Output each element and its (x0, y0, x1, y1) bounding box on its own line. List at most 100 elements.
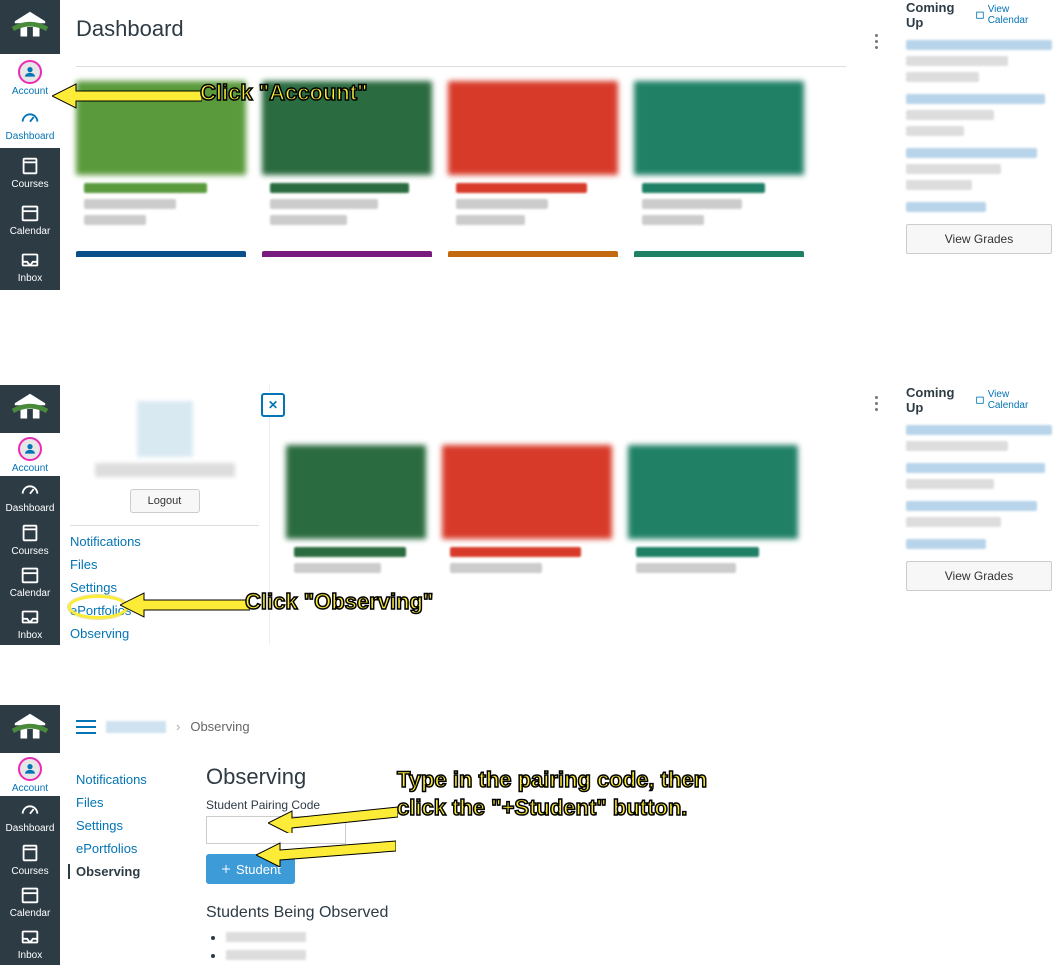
submenu-observing[interactable]: Observing (68, 864, 186, 879)
nav-courses[interactable]: Courses (0, 838, 60, 880)
coming-up-title: Coming Up (906, 0, 975, 30)
speedometer-icon (19, 107, 41, 129)
nav-calendar[interactable]: Calendar (0, 560, 60, 602)
inbox-icon (19, 926, 41, 948)
view-grades-button[interactable]: View Grades (906, 561, 1052, 591)
calendar-small-icon (975, 10, 985, 20)
speedometer-icon (19, 799, 41, 821)
submenu-notifications[interactable]: Notifications (76, 772, 186, 787)
nav-calendar[interactable]: Calendar (0, 880, 60, 922)
student-item-blurred (226, 930, 388, 944)
tray-link-files[interactable]: Files (70, 557, 259, 572)
breadcrumb-user-blurred (106, 721, 166, 733)
submenu-files[interactable]: Files (76, 795, 186, 810)
nav-inbox-label: Inbox (18, 273, 42, 284)
speedometer-icon (19, 479, 41, 501)
calendar-icon (19, 202, 41, 224)
submenu-eportfolios[interactable]: ePortfolios (76, 841, 186, 856)
hamburger-menu[interactable] (76, 720, 96, 734)
coming-up-item[interactable] (906, 425, 1052, 451)
nav-account[interactable]: Account (0, 433, 60, 475)
dashboard-options-menu[interactable] (864, 391, 888, 415)
dashboard-main: Dashboard (60, 0, 894, 290)
nav-account[interactable]: Account (0, 753, 60, 795)
account-tray: ✕ Logout Notifications Files Settings eP… (60, 385, 270, 645)
nav-inbox[interactable]: Inbox (0, 923, 60, 965)
nav-inbox[interactable]: Inbox (0, 243, 60, 290)
tray-link-observing[interactable]: Observing (70, 626, 259, 641)
nav-dashboard-label: Dashboard (6, 131, 55, 142)
avatar-icon (18, 757, 42, 781)
nav-dashboard[interactable]: Dashboard (0, 101, 60, 148)
nav-courses-label: Courses (11, 179, 48, 190)
school-logo (0, 385, 60, 433)
coming-up-item[interactable] (906, 94, 1052, 136)
course-card[interactable] (628, 445, 798, 599)
plus-icon (220, 863, 232, 875)
dashboard-options-menu[interactable] (864, 29, 888, 53)
panel-account-tray: Account Dashboard Courses Calendar Inbox… (0, 385, 1064, 645)
course-card[interactable] (442, 445, 612, 599)
coming-up-item[interactable] (906, 202, 1052, 212)
breadcrumb-current: Observing (190, 719, 249, 734)
nav-dashboard[interactable]: Dashboard (0, 796, 60, 838)
submenu-settings[interactable]: Settings (76, 818, 186, 833)
nav-calendar[interactable]: Calendar (0, 196, 60, 243)
nav-account[interactable]: Account (0, 54, 60, 101)
page-title: Dashboard (76, 16, 184, 42)
tray-link-settings[interactable]: Settings (70, 580, 259, 595)
nav-dashboard[interactable]: Dashboard (0, 476, 60, 518)
nav-courses[interactable]: Courses (0, 518, 60, 560)
coming-up-item[interactable] (906, 539, 1052, 549)
coming-up-item[interactable] (906, 148, 1052, 190)
nav-calendar-label: Calendar (10, 226, 51, 237)
students-observed-heading: Students Being Observed (206, 904, 388, 922)
student-item-blurred (226, 948, 388, 962)
course-card[interactable] (634, 251, 804, 257)
tray-link-notifications[interactable]: Notifications (70, 534, 259, 549)
coming-up-sidebar: Coming Up View Calendar View Grades (894, 0, 1064, 290)
pairing-code-input[interactable] (206, 816, 346, 844)
view-calendar-link[interactable]: View Calendar (975, 4, 1052, 26)
students-list (206, 930, 388, 962)
dashboard-main-behind (270, 385, 894, 645)
calendar-icon (19, 884, 41, 906)
breadcrumb: › Observing (76, 719, 1064, 734)
avatar-icon (18, 60, 42, 84)
coming-up-item[interactable] (906, 501, 1052, 527)
view-calendar-link[interactable]: View Calendar (975, 389, 1052, 411)
course-card[interactable] (262, 81, 432, 235)
calendar-icon (19, 564, 41, 586)
course-card[interactable] (262, 251, 432, 257)
course-card[interactable] (76, 251, 246, 257)
add-student-button[interactable]: Student (206, 854, 295, 884)
nav-inbox[interactable]: Inbox (0, 603, 60, 645)
course-card[interactable] (286, 445, 426, 599)
logout-button[interactable]: Logout (130, 489, 200, 513)
nav-account-label: Account (12, 86, 48, 97)
global-sidebar: Account Dashboard Courses Calendar Inbox (0, 705, 60, 965)
panel-observing: Account Dashboard Courses Calendar Inbox… (0, 705, 1064, 965)
school-logo (0, 0, 60, 54)
nav-courses[interactable]: Courses (0, 148, 60, 195)
tray-link-eportfolios[interactable]: ePortfolios (70, 603, 259, 618)
global-sidebar: Account Dashboard Courses Calendar Inbox (0, 0, 60, 290)
user-avatar (137, 401, 193, 457)
inbox-icon (19, 606, 41, 628)
course-card[interactable] (76, 81, 246, 235)
course-card[interactable] (448, 81, 618, 235)
avatar-icon (18, 437, 42, 461)
school-logo (0, 705, 60, 753)
calendar-small-icon (975, 395, 985, 405)
view-grades-button[interactable]: View Grades (906, 224, 1052, 254)
book-icon (19, 155, 41, 177)
chevron-right-icon: › (176, 719, 180, 734)
course-card[interactable] (634, 81, 804, 235)
inbox-icon (19, 249, 41, 271)
course-cards-row (76, 81, 894, 235)
coming-up-item[interactable] (906, 40, 1052, 82)
global-sidebar: Account Dashboard Courses Calendar Inbox (0, 385, 60, 645)
account-submenu: Notifications Files Settings ePortfolios… (76, 764, 186, 965)
coming-up-item[interactable] (906, 463, 1052, 489)
course-card[interactable] (448, 251, 618, 257)
